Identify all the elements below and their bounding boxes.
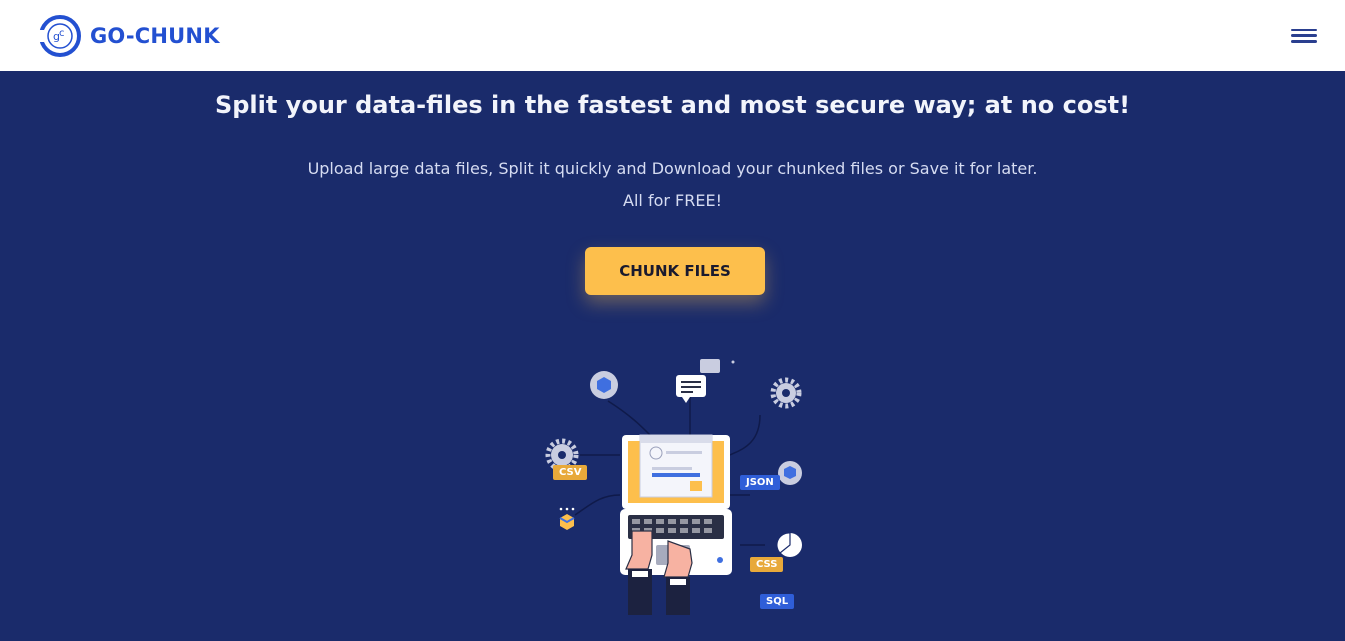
tag-csv: CSV <box>553 465 588 480</box>
tag-css: CSS <box>750 557 784 572</box>
logo-icon: g c <box>38 14 81 57</box>
hero-subtitle-line-2: All for FREE! <box>623 191 722 210</box>
hero-subtitle-line-1: Upload large data files, Split it quickl… <box>307 159 1038 178</box>
tag-sql: SQL <box>760 594 795 609</box>
navbar: g c GO-CHUNK <box>0 0 1345 71</box>
hero-title: Split your data-files in the fastest and… <box>214 91 1131 119</box>
brand-name: GO-CHUNK <box>90 23 220 48</box>
hero-illustration: CSV JSON CSS SQL <box>540 355 820 625</box>
svg-text:c: c <box>59 28 65 39</box>
laptop-illustration-image <box>545 359 802 615</box>
hamburger-menu-icon[interactable] <box>1291 25 1317 47</box>
brand-logo-link[interactable]: g c GO-CHUNK <box>38 14 220 58</box>
chunk-files-button[interactable]: CHUNK FILES <box>585 247 765 295</box>
hero-subtitle: Upload large data files, Split it quickl… <box>0 153 1345 217</box>
tag-json: JSON <box>740 475 780 490</box>
hero-section: Split your data-files in the fastest and… <box>0 71 1345 641</box>
